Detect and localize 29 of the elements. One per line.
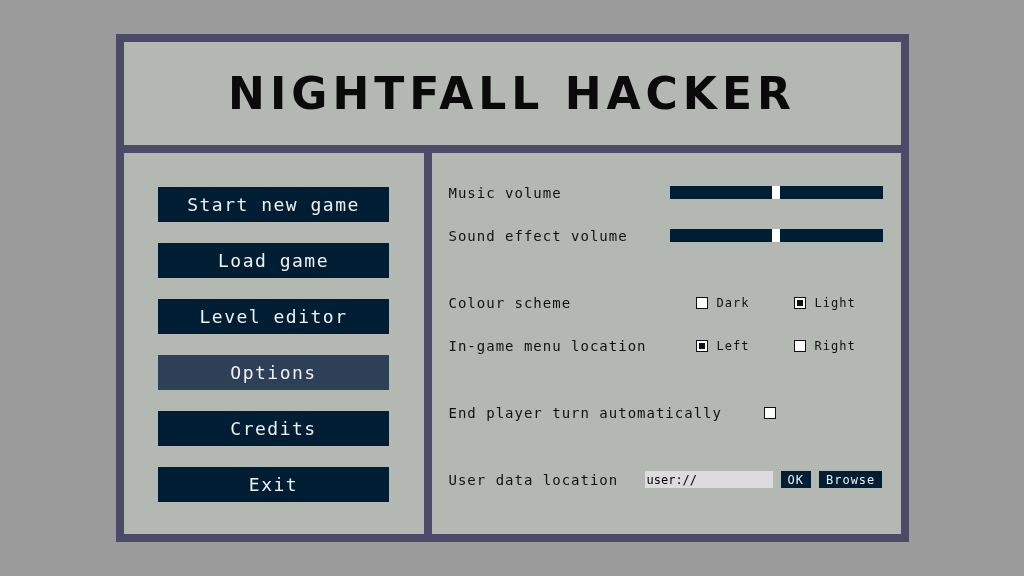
option-label: Music volume (448, 184, 563, 201)
radio-box[interactable] (695, 339, 708, 352)
option-label: In-game menu location (448, 337, 648, 354)
menu-button[interactable]: Load game (158, 243, 389, 278)
volume-slider[interactable] (669, 186, 883, 199)
menu-button[interactable]: Options (158, 355, 389, 390)
radio-box[interactable] (793, 339, 806, 352)
menu-button[interactable]: Level editor (158, 299, 389, 334)
menu-button[interactable]: Credits (158, 411, 389, 446)
menu-button[interactable]: Start new game (158, 187, 389, 222)
choice-label[interactable]: Left (716, 338, 750, 353)
choice-label[interactable]: Right (814, 338, 856, 353)
option-label: End player turn automatically (448, 404, 723, 421)
option-label: Colour scheme (448, 294, 573, 311)
slider-thumb[interactable] (772, 229, 780, 242)
radio-box[interactable] (695, 296, 708, 309)
path-field[interactable]: user:// (644, 471, 773, 488)
small-button[interactable]: OK (780, 471, 811, 488)
option-label: Sound effect volume (448, 227, 629, 244)
small-button[interactable]: Browse (818, 471, 883, 488)
choice-label[interactable]: Light (814, 295, 856, 310)
volume-slider[interactable] (669, 229, 883, 242)
radio-box[interactable] (793, 296, 806, 309)
slider-thumb[interactable] (772, 186, 780, 199)
game-title: NIGHTFALL HACKER (228, 68, 796, 119)
choice-label[interactable]: Dark (716, 295, 750, 310)
option-label: User data location (448, 471, 620, 488)
menu-button[interactable]: Exit (158, 467, 389, 502)
checkbox[interactable] (763, 406, 776, 419)
